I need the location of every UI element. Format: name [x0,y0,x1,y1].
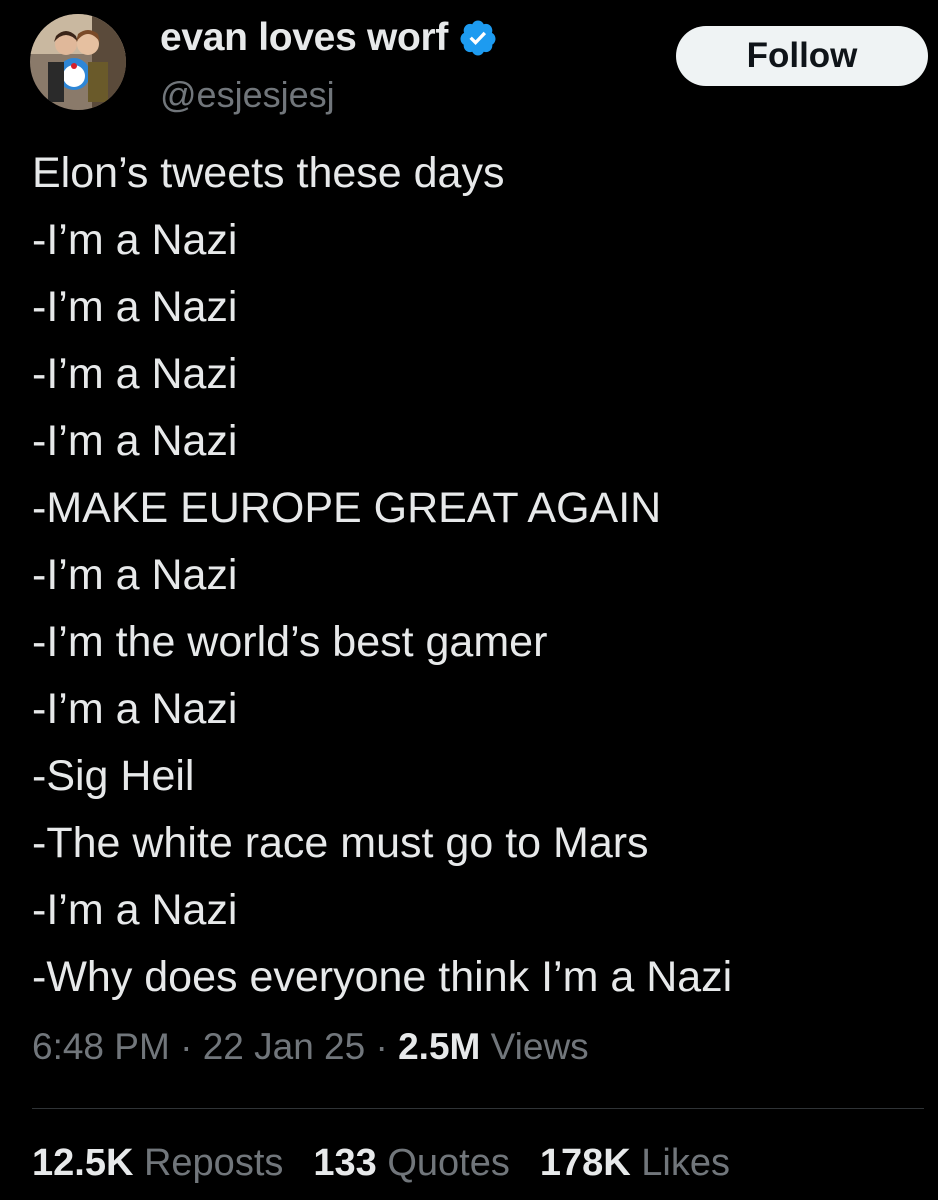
reposts-stat[interactable]: 12.5K Reposts [32,1142,283,1185]
meta-separator: · [375,1026,388,1067]
views-label[interactable]: Views [491,1026,589,1067]
tweet-line: -I’m a Nazi [32,350,238,398]
tweet-line: Elon’s tweets these days [32,149,505,197]
avatar[interactable] [30,14,126,110]
tweet-line: -I’m a Nazi [32,283,238,331]
tweet-line: -I’m a Nazi [32,417,238,465]
follow-button[interactable]: Follow [676,26,928,86]
tweet-line: -The white race must go to Mars [32,819,649,867]
tweet-line: -I’m a Nazi [32,216,238,264]
tweet-text: Elon’s tweets these days -I’m a Nazi -I’… [32,140,922,1011]
display-name-row: evan loves worf [160,16,498,60]
quotes-label: Quotes [387,1142,510,1184]
engagement-stats: 12.5K Reposts 133 Quotes 178K Likes [32,1142,730,1185]
reposts-count: 12.5K [32,1142,134,1184]
views-count[interactable]: 2.5M [398,1026,480,1067]
tweet-line: -I’m a Nazi [32,685,238,733]
likes-label: Likes [641,1142,730,1184]
tweet-time[interactable]: 6:48 PM [32,1026,170,1067]
tweet-line: -I’m a Nazi [32,551,238,599]
quotes-count: 133 [313,1142,377,1184]
reposts-label: Reposts [143,1142,284,1184]
divider [32,1108,924,1109]
tweet-header: evan loves worf @esjesjesj Follow [30,14,928,124]
verified-badge-icon[interactable] [458,18,498,58]
meta-separator: · [180,1026,193,1067]
quotes-stat[interactable]: 133 Quotes [313,1142,510,1185]
likes-count: 178K [539,1142,631,1184]
avatar-photo-icon [30,14,126,110]
tweet-line: -I’m the world’s best gamer [32,618,548,666]
tweet-line: -MAKE EUROPE GREAT AGAIN [32,484,662,532]
tweet-line: -Sig Heil [32,752,195,800]
tweet-line: -I’m a Nazi [32,886,238,934]
display-name[interactable]: evan loves worf [160,16,448,60]
tweet-line: -Why does everyone think I’m a Nazi [32,953,733,1001]
likes-stat[interactable]: 178K Likes [540,1142,730,1185]
user-handle[interactable]: @esjesjesj [160,74,335,116]
tweet-date[interactable]: 22 Jan 25 [203,1026,366,1067]
tweet-metadata: 6:48 PM · 22 Jan 25 · 2.5M Views [32,1026,589,1068]
